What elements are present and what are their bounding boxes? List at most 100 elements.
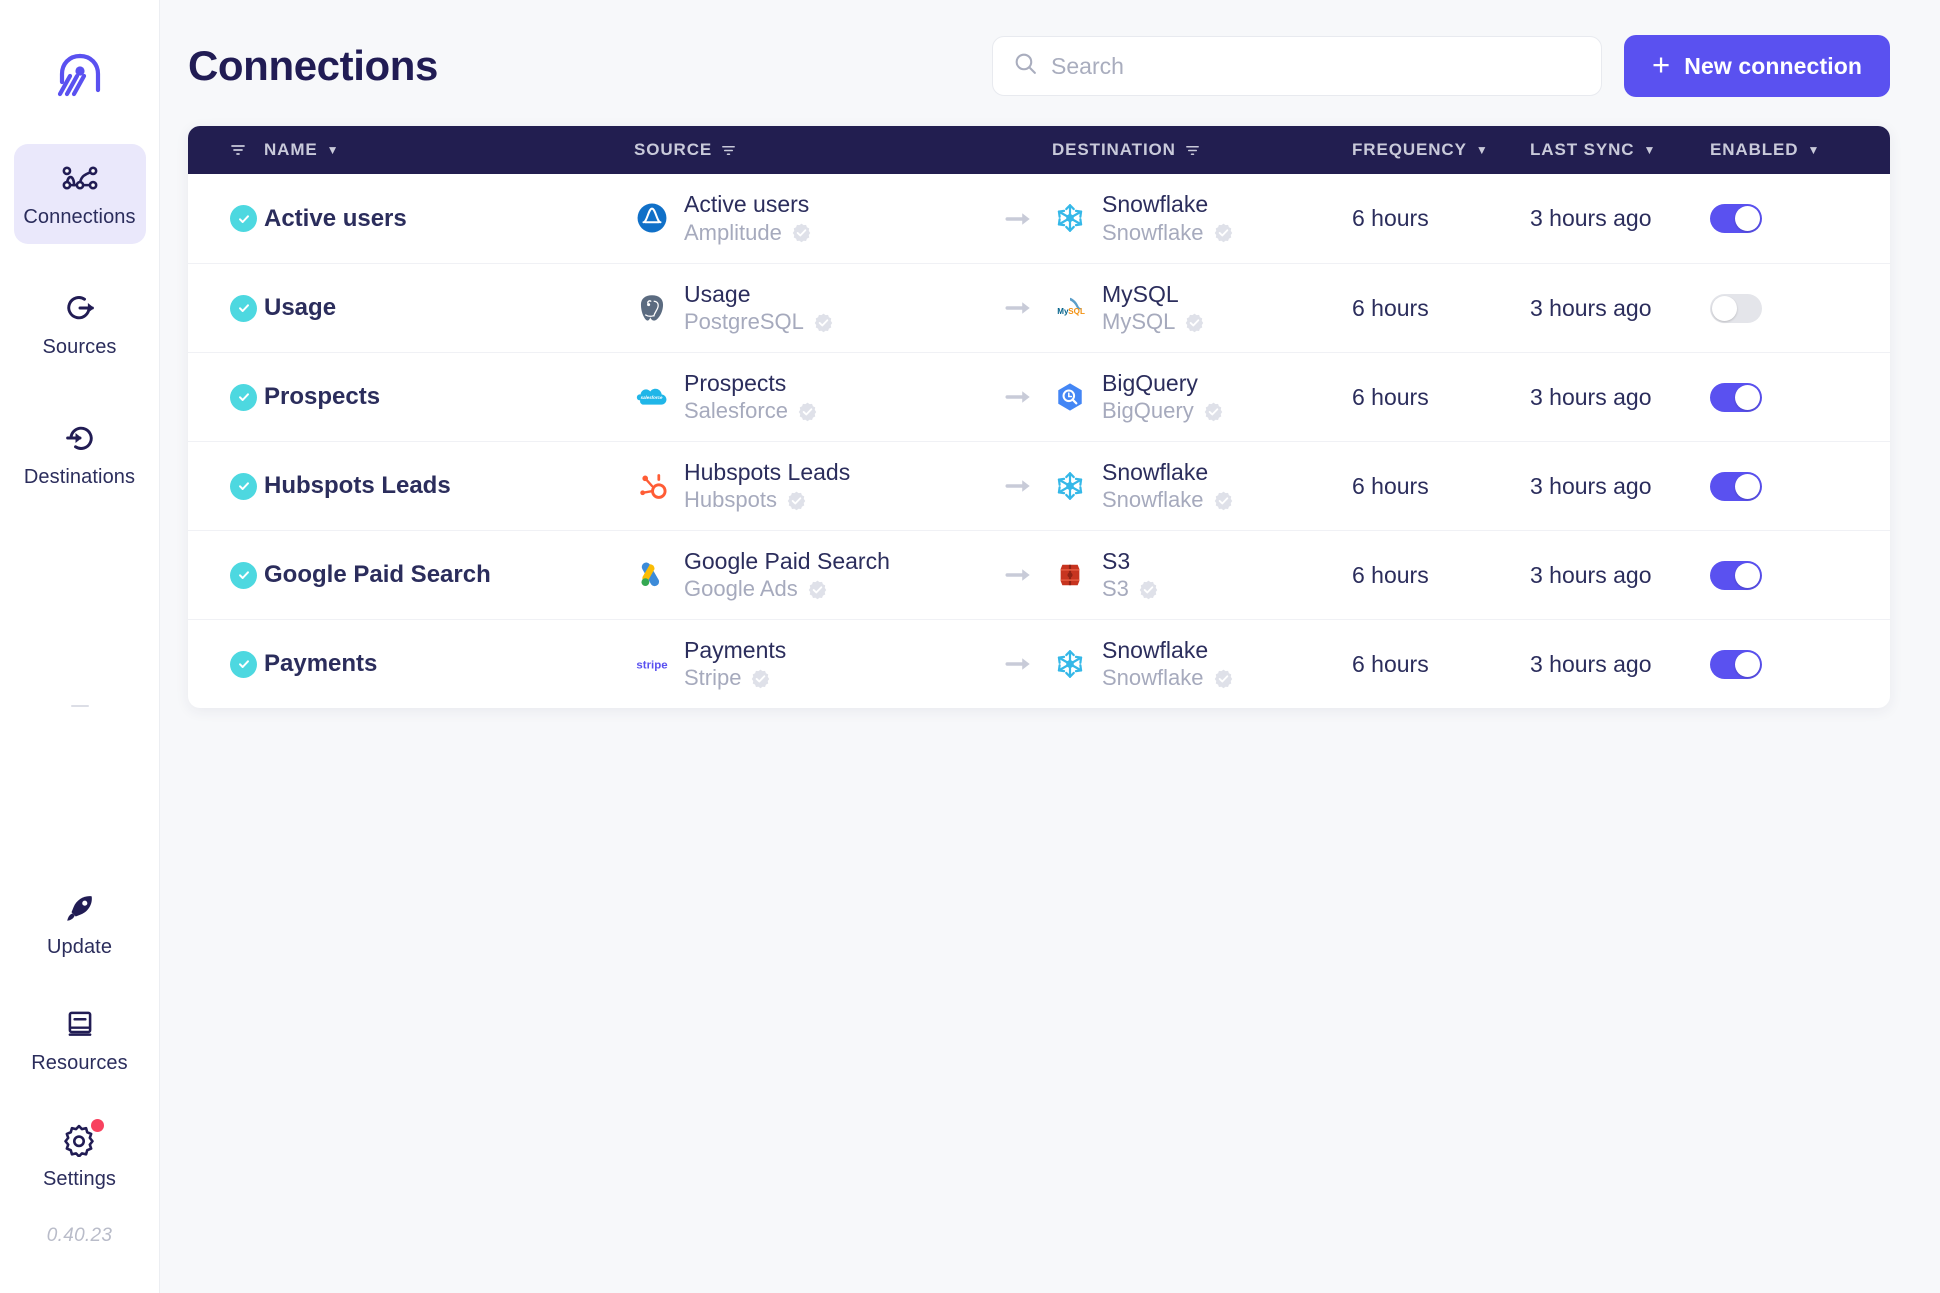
source-title: Payments — [684, 636, 787, 663]
row-frequency: 6 hours — [1352, 561, 1429, 588]
svg-text:salesforce: salesforce — [641, 395, 663, 400]
table-row[interactable]: Payments stripe Payments Stripe Snowflak… — [188, 619, 1890, 708]
row-destination: BigQuery BigQuery — [1052, 370, 1352, 424]
column-label: NAME — [264, 140, 318, 159]
column-header-name[interactable]: NAME ▼ — [264, 140, 634, 160]
bigquery-icon — [1052, 379, 1088, 415]
destination-subtitle-row: MySQL — [1102, 309, 1205, 334]
logo-icon[interactable] — [50, 46, 110, 106]
column-header-destination[interactable]: DESTINATION — [1052, 140, 1352, 160]
column-label: DESTINATION — [1052, 140, 1176, 159]
source-title: Prospects — [684, 369, 787, 396]
stripe-icon: stripe — [634, 646, 670, 682]
destination-subtitle-row: Snowflake — [1102, 487, 1234, 513]
source-cell: salesforce Prospects Salesforce — [634, 369, 1004, 424]
sidebar-item-label: Sources — [42, 336, 117, 358]
row-last-sync: 3 hours ago — [1530, 294, 1652, 321]
row-name: Hubspots Leads — [264, 472, 451, 499]
svg-text:SQL: SQL — [1068, 307, 1085, 316]
rocket-icon — [61, 889, 99, 927]
new-connection-button[interactable]: + New connection — [1624, 35, 1890, 97]
destination-title: Snowflake — [1102, 636, 1209, 663]
verified-badge-icon — [752, 669, 770, 688]
enabled-toggle[interactable] — [1710, 204, 1762, 233]
search-box[interactable] — [992, 36, 1603, 96]
enabled-toggle[interactable] — [1710, 293, 1762, 323]
toggle-knob — [1735, 473, 1760, 499]
sidebar-divider — [70, 704, 89, 707]
sidebar-item-label: Destinations — [23, 466, 136, 488]
verified-badge-icon — [1214, 223, 1232, 243]
destination-text: MySQL MySQL — [1102, 281, 1205, 334]
toggle-knob — [1735, 651, 1760, 677]
destination-text: Snowflake Snowflake — [1102, 636, 1234, 691]
source-text: Active users Amplitude — [684, 191, 812, 244]
source-subtitle: Hubspots — [684, 487, 777, 513]
destination-subtitle-row: BigQuery — [1102, 398, 1224, 424]
column-header-last-sync[interactable]: LAST SYNC ▼ — [1530, 140, 1710, 160]
destination-subtitle: BigQuery — [1102, 398, 1194, 424]
source-subtitle-row: Hubspots — [684, 487, 850, 513]
version-label: 0.40.23 — [46, 1225, 113, 1246]
table-row[interactable]: Hubspots Leads Hubspots Leads Hubspots S… — [188, 441, 1890, 530]
chevron-down-icon: ▼ — [1475, 143, 1489, 157]
destinations-icon — [61, 419, 99, 457]
column-header-enabled[interactable]: ENABLED ▼ — [1710, 140, 1850, 160]
table-row[interactable]: Active users Active users Amplitude Snow… — [188, 174, 1890, 263]
search-input[interactable] — [1051, 52, 1582, 80]
source-cell: Usage PostgreSQL — [634, 280, 1004, 335]
enabled-toggle[interactable] — [1710, 471, 1762, 501]
enabled-toggle[interactable] — [1710, 560, 1762, 590]
source-cell: Active users Amplitude — [634, 191, 1004, 244]
status-ok-icon — [230, 561, 257, 589]
row-enabled-cell — [1710, 204, 1850, 233]
verified-badge-icon — [792, 223, 811, 243]
destination-subtitle: Snowflake — [1102, 487, 1204, 513]
chevron-down-icon: ▼ — [1807, 143, 1821, 157]
row-status-cell — [188, 294, 264, 322]
salesforce-icon: salesforce — [634, 379, 670, 415]
destination-subtitle: S3 — [1102, 576, 1129, 602]
postgresql-icon — [634, 290, 670, 326]
column-filter-all[interactable] — [188, 142, 264, 158]
row-destination: Snowflake Snowflake — [1052, 636, 1352, 691]
row-name: Google Paid Search — [264, 561, 491, 588]
row-source: stripe Payments Stripe — [634, 636, 1004, 691]
table-row[interactable]: Prospects salesforce Prospects Salesforce … — [188, 352, 1890, 441]
sidebar-item-settings[interactable]: Settings — [14, 1109, 146, 1203]
page-header: Connections + New connection — [188, 0, 1890, 126]
s3-icon — [1052, 557, 1088, 593]
destination-text: Snowflake Snowflake — [1102, 459, 1234, 513]
sidebar-item-label: Update — [46, 936, 113, 958]
column-header-frequency[interactable]: FREQUENCY ▼ — [1352, 140, 1530, 160]
sidebar-item-resources[interactable]: Resources — [14, 993, 146, 1087]
sidebar-item-connections[interactable]: Connections — [13, 144, 146, 244]
enabled-toggle[interactable] — [1710, 649, 1762, 679]
sidebar-item-update[interactable]: Update — [14, 877, 146, 971]
row-last-sync: 3 hours ago — [1530, 383, 1652, 410]
sidebar-item-destinations[interactable]: Destinations — [14, 404, 146, 504]
verified-badge-icon — [1204, 402, 1222, 421]
sidebar-item-sources[interactable]: Sources — [14, 274, 146, 374]
arrow-right-icon — [1005, 569, 1030, 581]
row-frequency: 6 hours — [1352, 294, 1429, 321]
hubspot-icon — [634, 468, 670, 504]
sources-icon — [61, 289, 99, 327]
mysql-icon: My SQL — [1052, 290, 1088, 326]
source-subtitle: Salesforce — [684, 398, 788, 424]
column-header-source[interactable]: SOURCE — [634, 140, 1004, 160]
table-header-row: NAME ▼ SOURCE DESTINATION FREQUENCY ▼ LA… — [188, 126, 1890, 174]
table-row[interactable]: Google Paid Search Google Paid Search Goo… — [188, 530, 1890, 619]
destination-text: Snowflake Snowflake — [1102, 191, 1234, 244]
destination-subtitle: Snowflake — [1102, 665, 1204, 691]
header-actions: + New connection — [992, 35, 1890, 97]
source-subtitle: PostgreSQL — [684, 309, 804, 335]
filter-icon — [1185, 145, 1199, 155]
table-row[interactable]: Usage Usage PostgreSQL My SQL MySQL MySQL 6… — [188, 263, 1890, 352]
source-title: Usage — [684, 280, 751, 307]
enabled-toggle[interactable] — [1710, 382, 1762, 412]
verified-badge-icon — [798, 402, 817, 421]
row-frequency: 6 hours — [1352, 205, 1429, 231]
source-subtitle: Stripe — [684, 665, 742, 691]
sidebar-nav-top: Connections Sources Destinations — [0, 144, 159, 534]
